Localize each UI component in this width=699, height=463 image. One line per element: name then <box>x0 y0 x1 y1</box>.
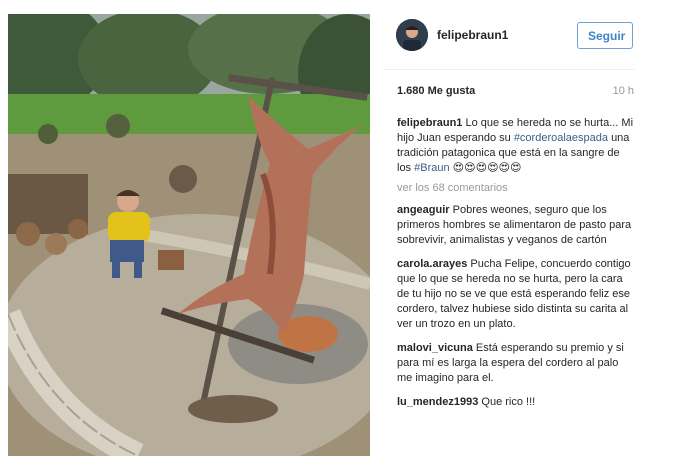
post-time: 10 h <box>612 85 634 97</box>
comment-item: carola.arayes Pucha Felipe, concuerdo co… <box>397 257 634 332</box>
comments-list: felipebraun1 Lo que se hereda no se hurt… <box>397 116 634 419</box>
caption-username[interactable]: felipebraun1 <box>397 117 462 129</box>
comment-username[interactable]: carola.arayes <box>397 258 467 270</box>
username[interactable]: felipebraun1 <box>437 28 508 42</box>
avatar[interactable] <box>396 19 428 51</box>
comment-username[interactable]: malovi_vicuna <box>397 342 473 354</box>
hashtag-link[interactable]: #Braun <box>414 162 449 174</box>
comment-item: lu_mendez1993 Que rico !!! <box>397 395 634 410</box>
caption-emojis: 😍😍😍😍😍😍 <box>452 162 522 174</box>
view-all-comments-link[interactable]: ver los 68 comentarios <box>397 181 634 195</box>
post-photo[interactable] <box>8 14 370 456</box>
follow-button[interactable]: Seguir <box>577 22 633 49</box>
hashtag-link[interactable]: #corderoalaespada <box>514 132 608 144</box>
comment-username[interactable]: lu_mendez1993 <box>397 396 478 408</box>
like-count[interactable]: 1.680 Me gusta <box>397 85 475 97</box>
comment-item: malovi_vicuna Está esperando su premio y… <box>397 341 634 386</box>
post-sidebar: felipebraun1 Seguir 1.680 Me gusta 10 h … <box>384 14 634 456</box>
comment-item: angeaguir Pobres weones, seguro que los … <box>397 203 634 248</box>
caption: felipebraun1 Lo que se hereda no se hurt… <box>397 116 634 176</box>
post-header: felipebraun1 Seguir <box>384 14 634 70</box>
comment-username[interactable]: angeaguir <box>397 204 450 216</box>
comment-text: Que rico !!! <box>481 396 536 408</box>
